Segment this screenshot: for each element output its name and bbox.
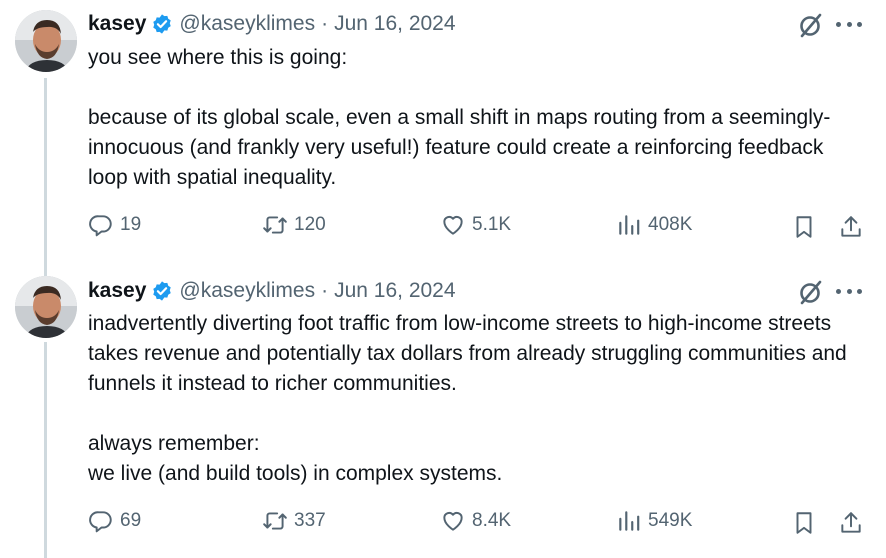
avatar[interactable] — [15, 10, 77, 72]
avatar-photo-icon — [15, 10, 77, 72]
tweet-actions: 19 120 5.1K 408K — [0, 212, 886, 242]
verified-badge-icon[interactable] — [151, 280, 173, 302]
tweet-paragraph: you see where this is going: — [88, 46, 348, 69]
reply-count: 19 — [120, 214, 142, 235]
bookmark-button[interactable] — [791, 214, 817, 245]
more-dot — [857, 21, 862, 27]
separator-dot: · — [321, 279, 329, 302]
share-button[interactable] — [838, 510, 864, 541]
tweet-paragraph: because of its global scale, even a smal… — [88, 106, 831, 189]
tweet-text: inadvertently diverting foot traffic fro… — [88, 309, 868, 489]
bookmark-icon — [796, 216, 812, 238]
tweet-date[interactable]: Jun 16, 2024 — [334, 279, 455, 303]
more-options-icon[interactable] — [836, 286, 862, 296]
views-icon — [619, 215, 640, 235]
reply-count: 69 — [120, 510, 142, 531]
reply-button[interactable]: 19 — [88, 212, 141, 238]
share-icon — [841, 512, 861, 533]
author-handle[interactable]: @kaseyklimes — [179, 12, 315, 36]
repost-button[interactable]: 120 — [262, 212, 326, 238]
reply-button[interactable]: 69 — [88, 508, 141, 534]
like-button[interactable]: 5.1K — [440, 212, 511, 238]
tweet-paragraph — [88, 399, 868, 429]
like-icon — [443, 215, 463, 235]
more-dot — [857, 288, 862, 294]
more-dot — [836, 288, 841, 294]
thread-connector-line — [44, 78, 47, 278]
tweet-paragraph: always remember: — [88, 432, 260, 455]
tweet-paragraph — [88, 73, 868, 103]
author-handle[interactable]: @kaseyklimes — [179, 279, 315, 303]
tweet-paragraph: we live (and build tools) in complex sys… — [88, 462, 503, 485]
tweet-header: kasey @kaseyklimes · Jun 16, 2024 — [88, 9, 456, 39]
repost-count: 337 — [294, 510, 326, 531]
like-button[interactable]: 8.4K — [440, 508, 511, 534]
repost-icon — [263, 512, 287, 530]
like-count: 8.4K — [472, 510, 512, 531]
like-count: 5.1K — [472, 214, 512, 235]
views-button[interactable]: 549K — [616, 508, 692, 534]
bookmark-icon — [796, 512, 812, 534]
views-icon — [619, 511, 640, 531]
tweet-text: you see where this is going: because of … — [88, 43, 868, 193]
separator-dot: · — [321, 12, 329, 35]
reply-icon — [89, 215, 112, 237]
more-dot — [846, 288, 852, 294]
more-dot — [836, 21, 841, 27]
author-name[interactable]: kasey — [88, 12, 146, 36]
more-options-icon[interactable] — [836, 19, 862, 29]
share-button[interactable] — [838, 214, 864, 245]
repost-icon — [263, 216, 287, 234]
tweet-header: kasey @kaseyklimes · Jun 16, 2024 — [88, 276, 456, 306]
views-count: 549K — [648, 510, 693, 531]
share-icon — [841, 216, 861, 237]
more-dot — [846, 21, 852, 27]
bookmark-button[interactable] — [791, 510, 817, 541]
reply-icon — [89, 511, 112, 533]
like-icon — [443, 511, 463, 531]
author-name[interactable]: kasey — [88, 279, 146, 303]
verified-badge-icon[interactable] — [151, 13, 173, 35]
tweet-actions: 69 337 8.4K 549K — [0, 508, 886, 538]
avatar[interactable] — [15, 276, 77, 338]
avatar-photo-icon — [15, 276, 77, 338]
repost-button[interactable]: 337 — [262, 508, 326, 534]
tweet-date[interactable]: Jun 16, 2024 — [334, 12, 455, 36]
tweet-paragraph: inadvertently diverting foot traffic fro… — [88, 312, 853, 395]
views-button[interactable]: 408K — [616, 212, 692, 238]
grok-icon[interactable] — [797, 11, 825, 39]
grok-icon[interactable] — [797, 278, 825, 306]
repost-count: 120 — [294, 214, 326, 235]
views-count: 408K — [648, 214, 693, 235]
